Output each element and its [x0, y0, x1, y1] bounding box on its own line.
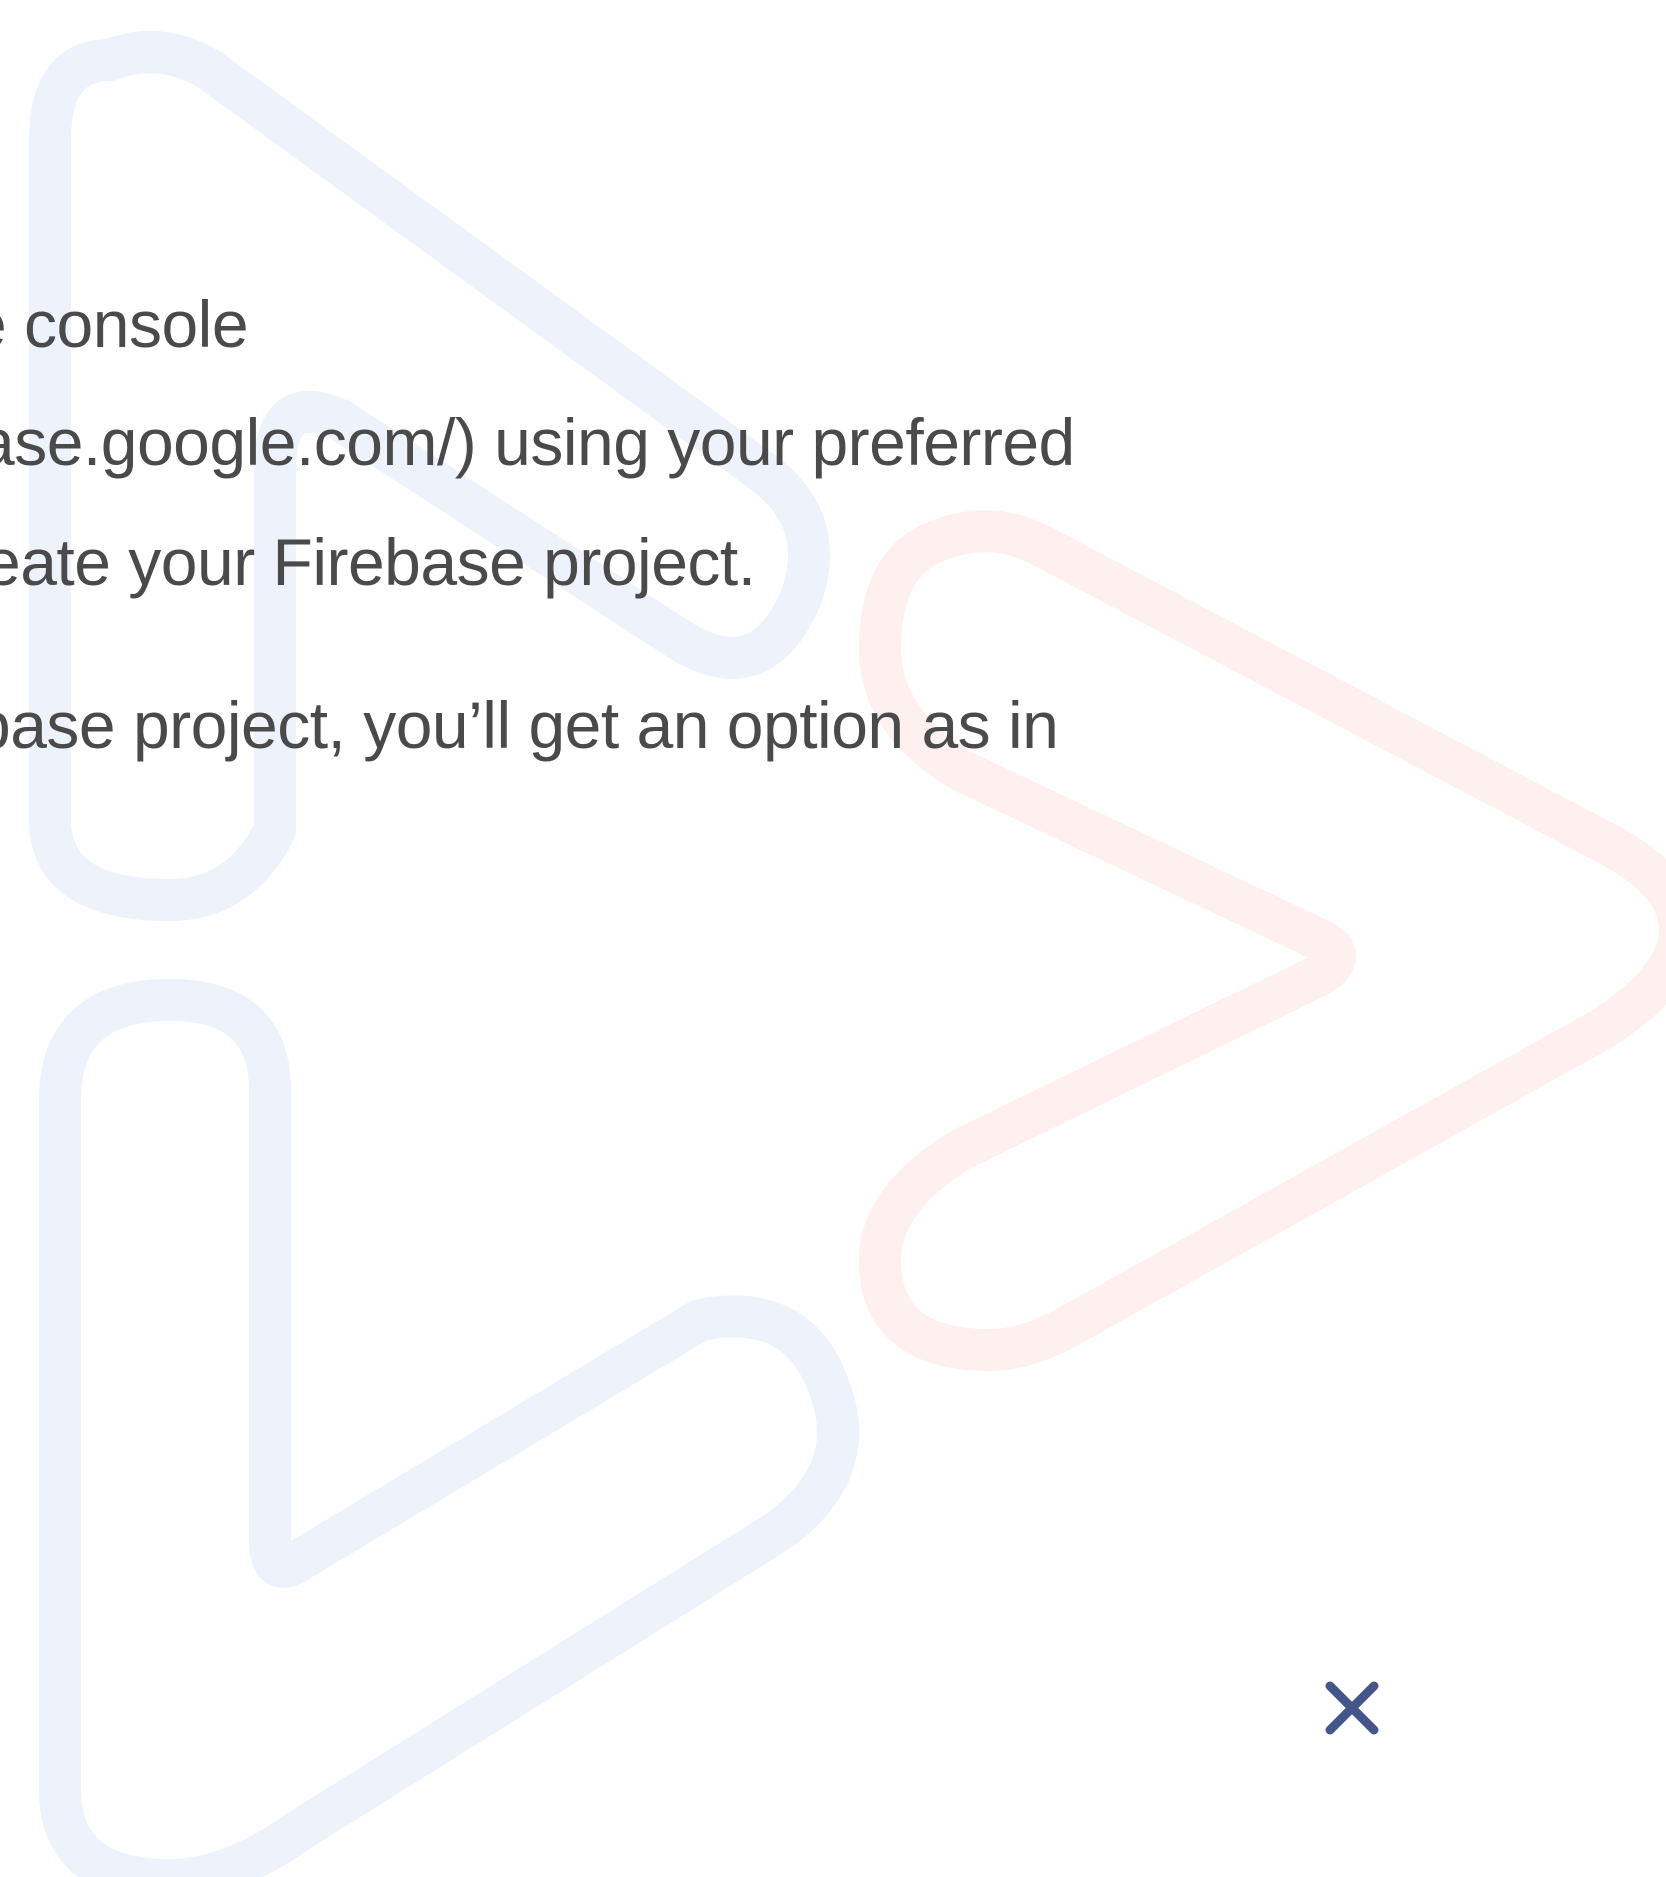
- close-button[interactable]: [1312, 1668, 1392, 1748]
- instruction-line-1: e console: [0, 287, 249, 361]
- instruction-line-4: base project, you’ll get an option as in: [0, 688, 1059, 762]
- instruction-text: e console ase.google.com/) using your pr…: [0, 0, 1666, 1877]
- instruction-line-3: eate your Firebase project.: [0, 525, 756, 599]
- instruction-line-2: ase.google.com/) using your preferred: [0, 405, 1075, 479]
- close-icon: [1325, 1681, 1379, 1735]
- page-root: e console ase.google.com/) using your pr…: [0, 0, 1666, 1877]
